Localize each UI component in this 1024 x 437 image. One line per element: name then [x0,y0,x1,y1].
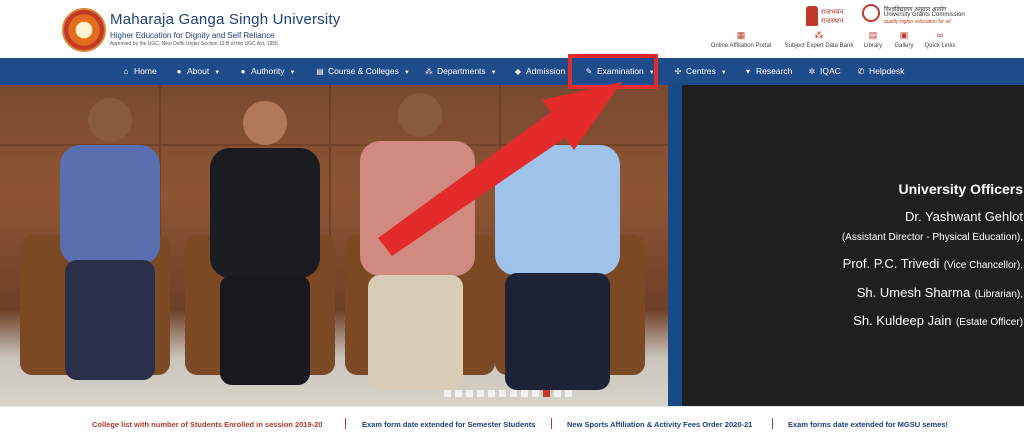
main-nav: ⌂ Home ● About ▼ ● Authority ▼ ▤ Course & Coll… [0,58,1024,85]
ticker-item-1[interactable]: College list with number of Students Enr… [92,420,322,429]
ticker-separator [345,418,346,429]
nav-research[interactable]: ▾ Research [743,58,792,85]
ugc-english-text: University Grants Commission [884,12,965,18]
network-icon: ⁂ [814,30,824,40]
officers-photo [0,85,668,406]
officer-1-name: Dr. Yashwant Gehlot [904,209,1023,224]
ugc-emblem-icon [862,4,880,22]
rajbhawan-text: राजभवन [821,9,844,16]
quick-link-quick-links[interactable]: ∞ Quick Links [922,30,958,50]
ugc-motto-text: quality higher education for all [884,19,951,25]
rajbhawan-logo[interactable]: राजभवन राजस्थान [806,6,858,28]
university-tagline: Higher Education for Dignity and Self Re… [110,31,275,40]
nav-iqac[interactable]: ✲ IQAC [807,58,841,85]
nav-admission[interactable]: ◆ Admission [513,58,565,85]
slider-dot[interactable] [565,390,572,397]
slider-dot[interactable] [554,390,561,397]
news-ticker: College list with number of Students Enr… [0,406,1024,437]
university-logo[interactable] [62,8,106,52]
ugc-logo[interactable]: विश्वविद्यालय अनुदान आयोग University Gra… [862,4,972,28]
hero-slider: University Officers Dr. Yashwant Gehlot … [0,85,1024,406]
cubes-icon: ✣ [674,67,682,76]
nav-centres[interactable]: ✣ Centres ▼ [673,58,727,85]
caret-down-icon: ▼ [403,70,410,76]
quick-link-expert-data[interactable]: ⁂ Subject Expert Data Bank [782,30,856,50]
slider-dot[interactable] [510,390,517,397]
users-icon: ● [240,67,246,76]
slider-dot[interactable] [521,390,528,397]
slider-dot[interactable] [466,390,473,397]
slider-dot[interactable] [455,390,462,397]
book-icon: ▤ [316,67,324,76]
ticker-separator [772,418,773,429]
slider-dot[interactable] [543,390,550,397]
slider-dot[interactable] [532,390,539,397]
user-icon: ● [176,67,182,76]
officers-title: University Officers [898,181,1024,197]
officer-3: Sh. Umesh Sharma (Librarian), [856,285,1023,300]
sitemap-icon: ⁂ [425,67,433,76]
hero-divider [668,85,682,406]
slider-dot[interactable] [499,390,506,397]
slider-dot[interactable] [488,390,495,397]
site-header: Maharaja Ganga Singh University Higher E… [0,0,1024,58]
image-icon: ▣ [899,30,909,40]
ticker-item-2[interactable]: Exam form date extended for Semester Stu… [362,420,535,429]
rajasthan-text: राजस्थान [821,18,844,25]
caret-down-icon: ▼ [720,70,727,76]
flask-icon: ▾ [745,67,750,76]
officer-1-designation: (Assistant Director - Physical Education… [841,232,1023,243]
slider-dot[interactable] [477,390,484,397]
quick-link-affiliation[interactable]: ▦ Online Affiliation Portal [705,30,777,50]
quick-link-gallery[interactable]: ▣ Gallery [891,30,917,50]
book-icon: ▤ [868,30,878,40]
ticker-separator [551,418,552,429]
caret-down-icon: ▼ [490,70,497,76]
phone-icon: ✆ [857,67,865,76]
officer-2: Prof. P.C. Trivedi (Vice Chancellor), [842,256,1023,271]
examination-highlight-box [568,54,658,89]
officers-panel [682,85,1024,406]
quick-link-library[interactable]: ▤ Library [860,30,886,50]
ticker-item-3[interactable]: New Sports Affiliation & Activity Fees O… [567,420,752,429]
caret-down-icon: ▼ [214,70,221,76]
home-icon: ⌂ [123,67,129,76]
cogs-icon: ✲ [808,67,816,76]
university-name[interactable]: Maharaja Ganga Singh University [110,11,340,28]
nav-departments[interactable]: ⁂ Departments ▼ [424,58,497,85]
nav-courses[interactable]: ▤ Course & Colleges ▼ [315,58,410,85]
approval-note: Approved by the UGC, New Delhi Under Sec… [110,41,278,47]
emblem-icon [806,6,818,26]
graduation-cap-icon: ◆ [514,67,522,76]
link-icon: ∞ [936,30,944,40]
officers-photo-illustration [0,85,668,390]
nav-helpdesk[interactable]: ✆ Helpdesk [856,58,905,85]
grid-icon: ▦ [736,30,746,40]
caret-down-icon: ▼ [289,70,296,76]
ticker-item-4[interactable]: Exam forms date extended for MGSU semes! [788,420,948,429]
nav-home[interactable]: ⌂ Home [121,58,157,85]
slider-dot[interactable] [444,390,451,397]
officer-4: Sh. Kuldeep Jain (Estate Officer) [853,313,1023,328]
nav-about[interactable]: ● About ▼ [174,58,221,85]
nav-authority[interactable]: ● Authority ▼ [238,58,296,85]
